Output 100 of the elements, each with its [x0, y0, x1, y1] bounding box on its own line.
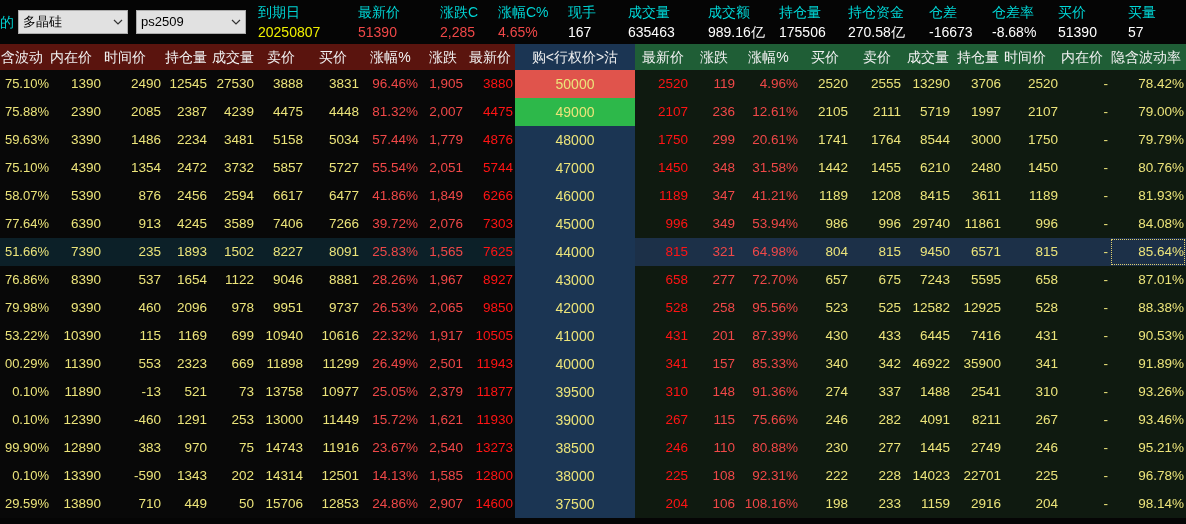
table-cell-text: 246 [664, 438, 689, 457]
table-cell-text: 236 [711, 102, 736, 121]
table-cell: 85.64% [1110, 238, 1186, 266]
table-row[interactable]: 431 201 87.39% 430 433 6445 7416 431 - 90.53% [635, 322, 1186, 350]
table-cell-text: 1450 [1026, 158, 1059, 177]
strike-cell: 41000 [515, 322, 635, 350]
table-cell-text: 6390 [69, 214, 102, 233]
table-cell-text: 7303 [481, 214, 514, 233]
stat-value: 51390 [358, 23, 398, 42]
table-cell-text: 11898 [265, 354, 304, 373]
table-cell-text: 274 [824, 382, 849, 401]
table-cell-text: 7266 [327, 214, 360, 233]
table-row[interactable]: 204 106 108.16% 198 233 1159 2916 204 - 98.14% [635, 490, 1186, 518]
table-row[interactable]: 658 277 72.70% 657 675 7243 5595 658 - 87.01% [635, 266, 1186, 294]
table-cell-text: 3880 [481, 74, 514, 93]
table-cell-text: 204 [1034, 494, 1059, 513]
table-cell-text: 92.31% [751, 466, 799, 485]
table-cell-text: 93.26% [1137, 382, 1185, 401]
table-cell-text: - [1102, 326, 1109, 345]
table-cell-text: 3481 [222, 130, 255, 149]
table-cell-text: 1159 [919, 494, 951, 513]
table-cell-text: -460 [132, 410, 162, 429]
table-cell-text: 4475 [271, 102, 304, 121]
dropdown-select[interactable]: 多晶硅 [18, 10, 128, 34]
table-cell-text: 22701 [962, 466, 1002, 485]
table-cell-text: 2520 [816, 74, 849, 93]
column-header: 最新价 [468, 47, 512, 67]
table-cell-text: 1,917 [428, 326, 464, 345]
table-row[interactable]: 996 349 53.94% 986 996 29740 11861 996 - 84.08% [635, 210, 1186, 238]
table-row[interactable]: 528 258 95.56% 523 525 12582 12925 528 - 88.38% [635, 294, 1186, 322]
table-row[interactable]: 815 321 64.98% 804 815 9450 6571 815 - 85.64% [635, 238, 1186, 266]
label: 的 [0, 12, 15, 32]
table-row[interactable]: 246 110 80.88% 230 277 1445 2749 246 - 95.21% [635, 434, 1186, 462]
stat-label: 现手 [568, 3, 597, 22]
table-cell-text: 20.61% [751, 130, 799, 149]
table-cell-text: 8544 [918, 130, 951, 149]
dropdown-select[interactable]: ps2509 [136, 10, 246, 34]
table-cell-text: 12501 [320, 466, 360, 485]
table-cell-text: 75 [237, 438, 255, 457]
table-cell-text: 4091 [918, 410, 951, 429]
stat-label: 最新价 [358, 3, 401, 22]
table-cell-text: - [1102, 102, 1109, 121]
strike-cell: 49000 [515, 98, 635, 126]
stat-value: 2,285 [440, 23, 477, 42]
table-cell-text: 1502 [222, 242, 255, 261]
table-cell-text: 148 [711, 382, 736, 401]
table-cell-text: 349 [711, 214, 736, 233]
table-row[interactable]: 267 115 75.66% 246 282 4091 8211 267 - 93.46% [635, 406, 1186, 434]
table-cell-text: 1,585 [428, 466, 464, 485]
table-row[interactable]: 1189 347 41.21% 1189 1208 8415 3611 1189 - 81.93% [635, 182, 1186, 210]
table-cell-text: 11390 [63, 354, 102, 373]
table-cell-text: 96.46% [371, 74, 419, 93]
column-header: 含波动 [0, 47, 44, 67]
table-cell-text: 2234 [175, 130, 208, 149]
table-cell-text: 9951 [271, 298, 304, 317]
table-row[interactable]: 1750 299 20.61% 1741 1764 8544 3000 1750 - 79.79% [635, 126, 1186, 154]
stat-label: 买量 [1128, 3, 1157, 22]
table-cell-text: 15706 [264, 494, 304, 513]
table-cell-text: 13000 [264, 410, 304, 429]
column-header: 内在价 [1060, 47, 1104, 67]
strike-cell: 47000 [515, 154, 635, 182]
table-cell-text: 87.01% [1137, 270, 1185, 289]
table-cell-text: 5034 [327, 130, 360, 149]
table-row[interactable]: 2107 236 12.61% 2105 2111 5719 1997 2107 - 79.00% [635, 98, 1186, 126]
table-cell-text: 2472 [175, 158, 208, 177]
table-row[interactable]: 341 157 85.33% 340 342 46922 35900 341 - 91.89% [635, 350, 1186, 378]
table-cell-text: 710 [137, 494, 162, 513]
strike-cell: 40000 [515, 350, 635, 378]
table-row[interactable]: 225 108 92.31% 222 228 14023 22701 225 - 96.78% [635, 462, 1186, 490]
table-cell-text: 11943 [475, 354, 514, 373]
strike-cell: 42000 [515, 294, 635, 322]
table-cell-text: 13890 [62, 494, 102, 513]
table-row[interactable]: 51.66% 7390 235 1893 1502 8227 8091 25.83% 1,565 7625 [0, 238, 515, 266]
table-row[interactable]: 1450 348 31.58% 1442 1455 6210 2480 1450 - 80.76% [635, 154, 1186, 182]
table-cell-text: 23.67% [371, 438, 419, 457]
table-cell-text: 675 [877, 270, 902, 289]
table-cell-text: 253 [230, 410, 255, 429]
table-cell-text: 277 [711, 270, 736, 289]
table-row[interactable]: 310 148 91.36% 274 337 1488 2541 310 - 93.26% [635, 378, 1186, 406]
table-row[interactable]: 2520 119 4.96% 2520 2555 13290 3706 2520 - 78.42% [635, 70, 1186, 98]
table-cell-text: 337 [877, 382, 902, 401]
table-cell-text: 84.08% [1137, 214, 1185, 233]
table-cell-text: 3732 [222, 158, 255, 177]
column-header: 隐含波动率 [1110, 47, 1182, 67]
table-cell-text: 13273 [474, 438, 514, 457]
table-cell-text: 119 [712, 74, 736, 93]
table-cell-text: 348 [711, 158, 736, 177]
table-cell-text: 8927 [481, 270, 514, 289]
stat-value: 4.65% [498, 23, 539, 42]
table-cell-text: 11299 [321, 354, 360, 373]
table-cell-text: 99.90% [3, 439, 49, 458]
table-cell-text: 11916 [321, 438, 360, 457]
table-cell-text: 12800 [474, 466, 514, 485]
table-cell-text: 6445 [918, 326, 951, 345]
table-cell-text: 0.10% [11, 383, 49, 402]
stat-value: -8.68% [992, 23, 1038, 42]
table-cell-text: - [1102, 466, 1109, 485]
table-cell-text: 4239 [222, 102, 255, 121]
table-cell-text: 310 [1034, 382, 1059, 401]
table-cell-text: 669 [230, 354, 255, 373]
